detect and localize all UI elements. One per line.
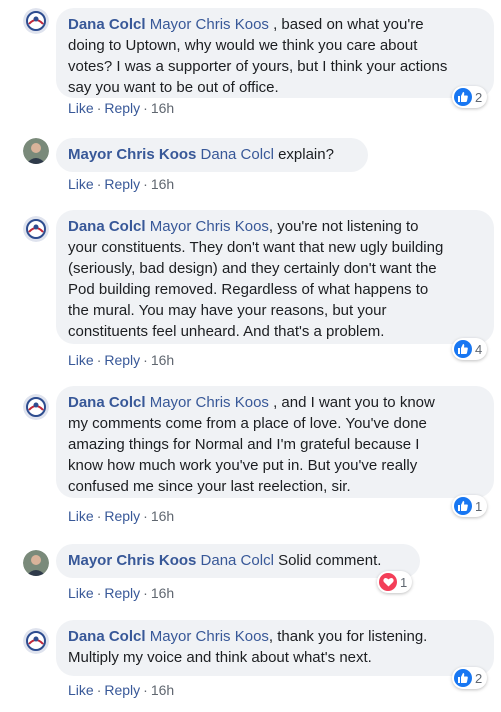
comment-actions: Like · Reply · 16h: [68, 585, 175, 601]
comment-actions: Like · Reply · 16h: [68, 100, 175, 116]
comment-mention[interactable]: Dana Colcl: [201, 552, 274, 569]
reaction-count: 1: [400, 574, 408, 590]
reply-link[interactable]: Reply: [104, 585, 140, 601]
heart-icon: [379, 573, 397, 591]
comment-timestamp[interactable]: 16h: [151, 352, 174, 368]
comment-mention[interactable]: Mayor Chris Koos: [150, 628, 269, 645]
comment-actions: Like · Reply · 16h: [68, 682, 175, 698]
comment-bubble: Mayor Chris Koos Dana Colcl Solid commen…: [56, 544, 420, 578]
avatar-dana[interactable]: [23, 216, 49, 242]
comment-text-line: , and I want you to know: [268, 394, 435, 411]
reply-link[interactable]: Reply: [104, 100, 140, 116]
comment-text-line: Multiply my voice and think about what's…: [68, 649, 372, 666]
comment-mention[interactable]: Dana Colcl: [201, 146, 274, 163]
comment-text-line: say you want to be out of office.: [68, 79, 279, 96]
comment-bubble: Dana Colcl Mayor Chris Koos , based on w…: [56, 8, 494, 98]
like-link[interactable]: Like: [68, 352, 94, 368]
like-link[interactable]: Like: [68, 682, 94, 698]
comment-mention[interactable]: Mayor Chris Koos: [150, 16, 269, 33]
comment-timestamp[interactable]: 16h: [151, 100, 174, 116]
reaction-count-badge[interactable]: 1: [377, 571, 413, 593]
reply-link[interactable]: Reply: [104, 682, 140, 698]
reaction-count-badge[interactable]: 2: [452, 667, 488, 689]
reaction-count-badge[interactable]: 1: [452, 495, 488, 517]
comment-mention[interactable]: Mayor Chris Koos: [150, 218, 269, 235]
comment-text-line: your constituents. They don't want that …: [68, 239, 444, 256]
comment-author[interactable]: Dana Colcl: [68, 394, 146, 411]
comment-actions: Like · Reply · 16h: [68, 176, 175, 192]
comment-actions: Like · Reply · 16h: [68, 352, 175, 368]
comment-bubble: Dana Colcl Mayor Chris Koos, thank you f…: [56, 620, 494, 676]
reply-link[interactable]: Reply: [104, 176, 140, 192]
avatar-dana[interactable]: [23, 8, 49, 34]
comment-text-line: know how much work you've put in. But yo…: [68, 457, 418, 474]
like-link[interactable]: Like: [68, 176, 94, 192]
comment-timestamp[interactable]: 16h: [151, 585, 174, 601]
thumbs-up-icon: [454, 88, 472, 106]
avatar-dana[interactable]: [23, 394, 49, 420]
reply-link[interactable]: Reply: [104, 352, 140, 368]
comment-text-line: the mural. You may have your reasons, bu…: [68, 302, 387, 319]
thumbs-up-icon: [454, 497, 472, 515]
comment-text-line: Pod building removed. Regardless of what…: [68, 281, 429, 298]
comment-mention[interactable]: Mayor Chris Koos: [150, 394, 269, 411]
comment-author[interactable]: Mayor Chris Koos: [68, 552, 196, 569]
comment-text-line: confused me since your last reelection, …: [68, 478, 351, 495]
comment-text-line: Solid comment.: [273, 552, 382, 569]
comment-text-line: , based on what you're: [268, 16, 424, 33]
like-link[interactable]: Like: [68, 585, 94, 601]
thumbs-up-icon: [454, 340, 472, 358]
reply-link[interactable]: Reply: [104, 508, 140, 524]
thumbs-up-icon: [454, 669, 472, 687]
comment-timestamp[interactable]: 16h: [151, 176, 174, 192]
comment-text-line: constituents feel unheard. And that's a …: [68, 323, 385, 340]
comment-bubble: Dana Colcl Mayor Chris Koos, you're not …: [56, 210, 494, 344]
reaction-count: 4: [475, 341, 483, 357]
comment-text-line: (seriously, bad design) and they certain…: [68, 260, 437, 277]
reaction-count: 2: [475, 89, 483, 105]
comment-author[interactable]: Dana Colcl: [68, 16, 146, 33]
comment-text-line: explain?: [273, 146, 334, 163]
avatar-mayor[interactable]: [23, 138, 49, 164]
comment-text-line: , thank you for listening.: [268, 628, 428, 645]
reaction-count: 2: [475, 670, 483, 686]
comment-author[interactable]: Dana Colcl: [68, 628, 146, 645]
comment-text-line: doing to Uptown, why would we think you …: [68, 37, 418, 54]
comment-bubble: Mayor Chris Koos Dana Colcl explain?: [56, 138, 368, 172]
comment-text-line: , you're not listening to: [268, 218, 419, 235]
reaction-count-badge[interactable]: 4: [452, 338, 488, 360]
reaction-count: 1: [475, 498, 483, 514]
comment-author[interactable]: Dana Colcl: [68, 218, 146, 235]
comment-text-line: votes? I was a supporter of yours, but I…: [68, 58, 448, 75]
reaction-count-badge[interactable]: 2: [452, 86, 488, 108]
like-link[interactable]: Like: [68, 100, 94, 116]
comment-timestamp[interactable]: 16h: [151, 508, 174, 524]
comment-text-line: my comments come from a place of love. Y…: [68, 415, 427, 432]
avatar-mayor[interactable]: [23, 550, 49, 576]
comment-actions: Like · Reply · 16h: [68, 508, 175, 524]
comment-bubble: Dana Colcl Mayor Chris Koos , and I want…: [56, 386, 494, 498]
comment-timestamp[interactable]: 16h: [151, 682, 174, 698]
like-link[interactable]: Like: [68, 508, 94, 524]
avatar-dana[interactable]: [23, 628, 49, 654]
comment-text-line: amazing things for Normal and I'm gratef…: [68, 436, 420, 453]
comment-author[interactable]: Mayor Chris Koos: [68, 146, 196, 163]
